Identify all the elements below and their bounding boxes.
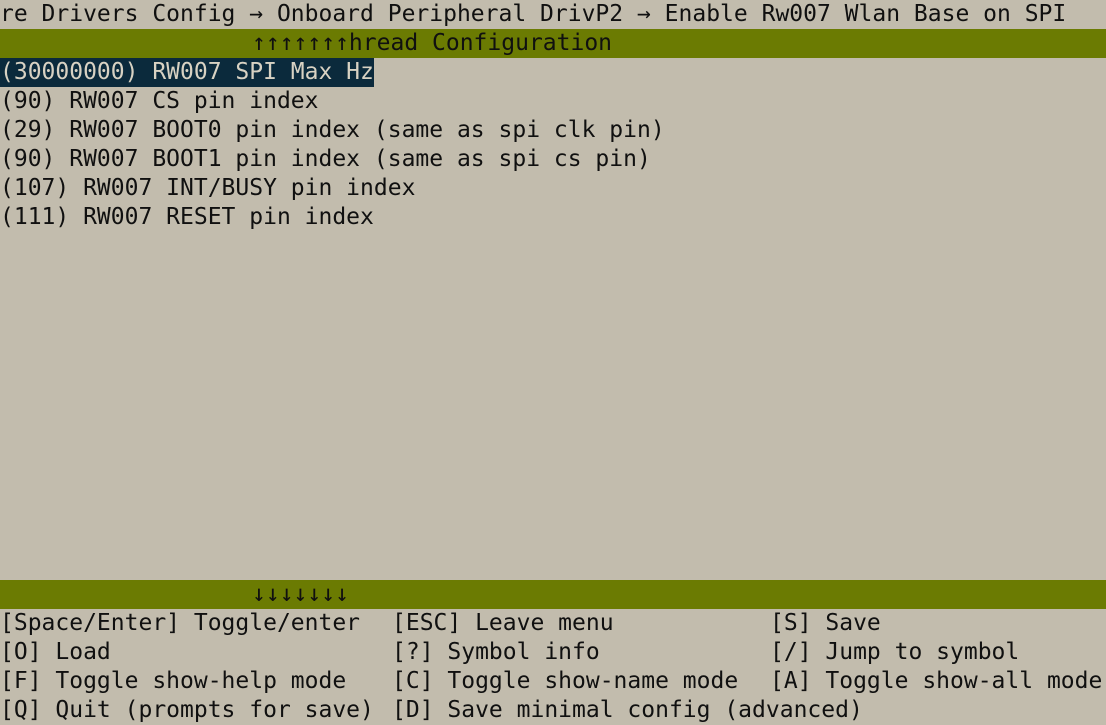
scroll-down-arrows: ↓↓↓↓↓↓↓ <box>252 581 349 607</box>
help-save: [S] Save <box>770 610 881 636</box>
help-save-minimal: [D] Save minimal config (advanced) <box>392 697 863 723</box>
menu-item-rw007-boot1-pin[interactable]: (90) RW007 BOOT1 pin index (same as spi … <box>0 145 651 174</box>
menu-item-rw007-spi-max-hz[interactable]: (30000000) RW007 SPI Max Hz <box>0 58 374 87</box>
help-load: [O] Load <box>0 639 111 665</box>
menu-item-rw007-reset-pin[interactable]: (111) RW007 RESET pin index <box>0 203 374 232</box>
help-esc: [ESC] Leave menu <box>392 610 614 636</box>
menu-item-rw007-int-busy-pin[interactable]: (107) RW007 INT/BUSY pin index <box>0 174 415 203</box>
help-quit: [Q] Quit (prompts for save) <box>0 697 374 723</box>
help-toggle-name: [C] Toggle show-name mode <box>392 668 739 694</box>
scroll-down-bar: ↓↓↓↓↓↓↓ <box>0 580 1106 609</box>
help-jump: [/] Jump to symbol <box>770 639 1020 665</box>
help-toggle-help: [F] Toggle show-help mode <box>0 668 347 694</box>
menu-item-rw007-cs-pin[interactable]: (90) RW007 CS pin index <box>0 87 319 116</box>
breadcrumb: re Drivers Config → Onboard Peripheral D… <box>0 1 1067 27</box>
help-symbol-info: [?] Symbol info <box>392 639 600 665</box>
help-space-enter: [Space/Enter] Toggle/enter <box>0 610 361 636</box>
menu-title-bar: ↑↑↑↑↑↑↑hread Configuration <box>0 29 1106 58</box>
help-toggle-all: [A] Toggle show-all mode <box>770 668 1103 694</box>
menu-title: ↑↑↑↑↑↑↑hread Configuration <box>252 30 613 56</box>
menu-item-rw007-boot0-pin[interactable]: (29) RW007 BOOT0 pin index (same as spi … <box>0 116 665 145</box>
